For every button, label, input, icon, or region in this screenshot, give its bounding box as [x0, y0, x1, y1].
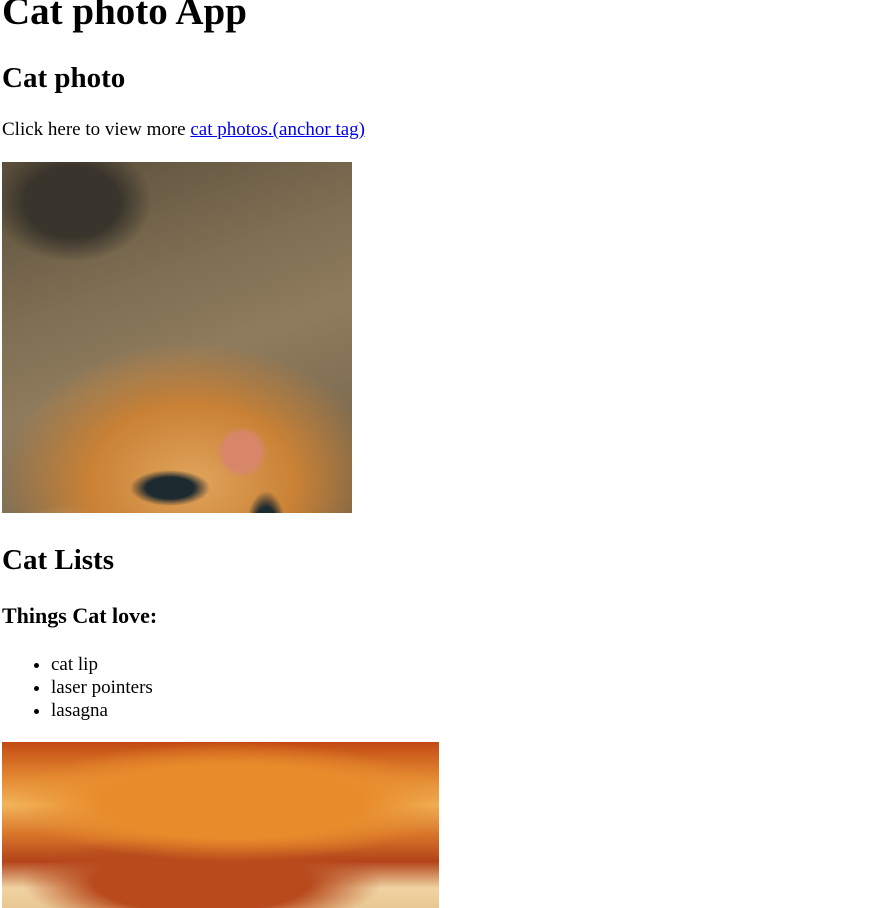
cat-photos-link[interactable]: cat photos.(anchor tag): [190, 119, 365, 140]
things-cat-love-list: cat lip laser pointers lasagna: [2, 653, 153, 722]
page: Cat photo App Cat photo Click here to vi…: [0, 0, 870, 908]
list-item: laser pointers: [51, 676, 153, 699]
list-item: lasagna: [51, 699, 153, 722]
things-cat-love-heading: Things Cat love:: [2, 603, 158, 628]
intro-text: Click here to view more: [2, 119, 191, 140]
page-title: Cat photo App: [2, 0, 247, 33]
list-item: cat lip: [51, 653, 153, 676]
intro-paragraph: Click here to view more cat photos.(anch…: [2, 118, 365, 142]
section-heading-cat-photo: Cat photo: [2, 62, 126, 94]
section-heading-cat-lists: Cat Lists: [2, 544, 114, 576]
lasagna-image: [2, 742, 439, 908]
cat-photo-image: [2, 162, 352, 513]
